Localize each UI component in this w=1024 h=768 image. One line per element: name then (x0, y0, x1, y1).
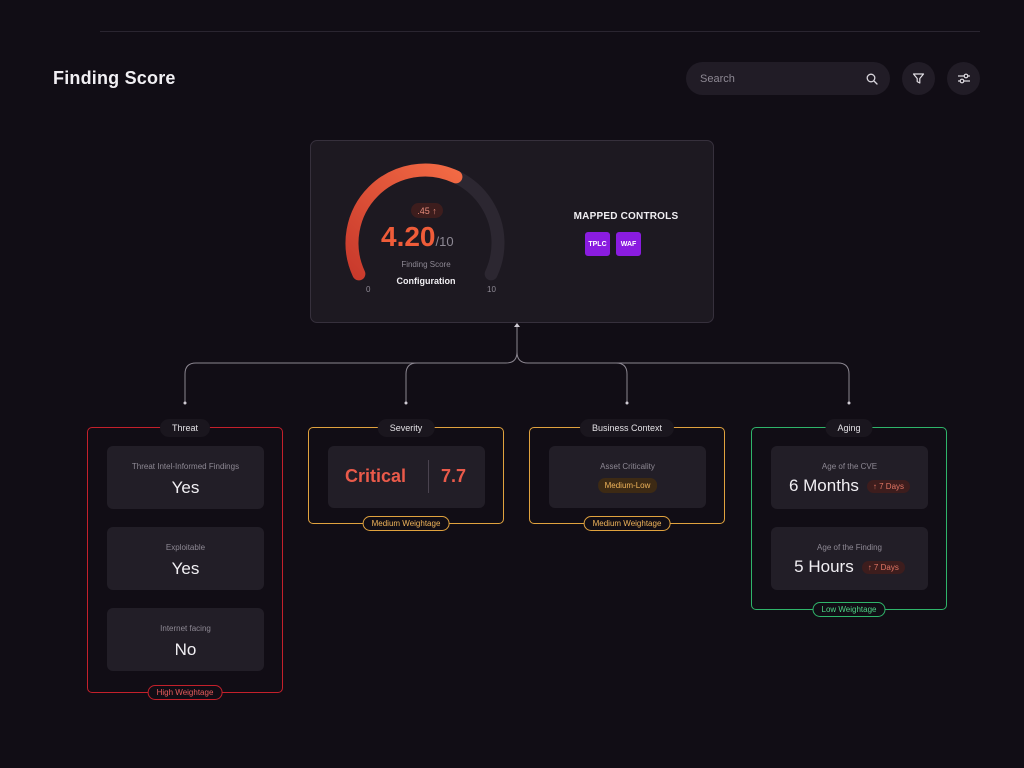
gauge-max-label: 10 (487, 285, 496, 294)
cve-age-row: 6 Months ↑ 7 Days (771, 476, 928, 496)
mapped-controls-title: MAPPED CONTROLS (573, 211, 679, 222)
score-label: Finding Score (401, 260, 451, 269)
severity-level: Critical (345, 466, 407, 486)
severity-divider (428, 460, 429, 493)
finding-age-value: 5 Hours (794, 557, 854, 576)
threat-card: Threat Threat Intel-Informed Findings Ye… (87, 419, 283, 700)
asset-criticality-label: Asset Criticality (600, 462, 655, 471)
internet-facing-label: Internet facing (160, 624, 211, 633)
exploitable-label: Exploitable (165, 543, 206, 552)
finding-age-trend-badge: ↑ 7 Days (861, 560, 905, 574)
finding-age-item: Age of the Finding 5 Hours ↑ 7 Days (771, 527, 928, 590)
asset-criticality-badge: Medium-Low (597, 478, 658, 493)
threat-intel-item: Threat Intel-Informed Findings Yes (107, 446, 264, 509)
score-value: 4.20/10 (381, 221, 471, 253)
severity-card: Severity Critical 7.7 Medium Weightage (308, 419, 504, 531)
asset-criticality-item: Asset Criticality Medium-Low (549, 446, 706, 508)
score-max: /10 (435, 234, 454, 249)
internet-facing-value: No (174, 640, 197, 659)
aging-weightage-badge: Low Weightage (812, 602, 886, 617)
threat-title: Threat (159, 419, 211, 437)
cve-age-trend-badge: ↑ 7 Days (866, 479, 911, 493)
severity-title: Severity (377, 419, 435, 437)
internet-facing-item: Internet facing No (107, 608, 264, 671)
threat-intel-label: Threat Intel-Informed Findings (131, 462, 240, 471)
business-context-title: Business Context (579, 419, 675, 437)
cve-age-label: Age of the CVE (821, 462, 878, 471)
business-context-card: Business Context Asset Criticality Mediu… (529, 419, 725, 531)
business-weightage-badge: Medium Weightage (583, 516, 671, 531)
cve-age-value: 6 Months (788, 476, 859, 495)
sliders-icon (957, 72, 971, 85)
page-title: Finding Score (53, 68, 176, 88)
score-delta-badge: .45 ↑ (411, 203, 443, 218)
control-chip-waf[interactable]: WAF (616, 232, 641, 256)
exploitable-value: Yes (171, 559, 200, 578)
search-box[interactable] (686, 62, 890, 95)
threat-intel-value: Yes (171, 478, 200, 497)
score-number: 4.20 (381, 221, 436, 252)
severity-score: 7.7 (441, 466, 467, 486)
cve-age-item: Age of the CVE 6 Months ↑ 7 Days (771, 446, 928, 509)
mapped-controls-list: TPLC WAF (585, 232, 641, 256)
finding-age-label: Age of the Finding (817, 543, 882, 552)
score-category: Configuration (396, 276, 456, 286)
exploitable-item: Exploitable Yes (107, 527, 264, 590)
settings-button[interactable] (947, 62, 980, 95)
control-chip-tplc[interactable]: TPLC (585, 232, 610, 256)
gauge-min-label: 0 (366, 285, 371, 294)
top-divider (100, 31, 980, 32)
filter-button[interactable] (902, 62, 935, 95)
aging-card: Aging Age of the CVE 6 Months ↑ 7 Days A… (751, 419, 947, 617)
finding-score-card: .45 ↑ 4.20/10 Finding Score Configuratio… (310, 140, 714, 323)
search-icon[interactable] (866, 73, 878, 85)
search-input[interactable] (700, 72, 866, 85)
finding-age-row: 5 Hours ↑ 7 Days (771, 557, 928, 577)
filter-icon (912, 72, 925, 85)
severity-item: Critical 7.7 (328, 446, 485, 508)
aging-title: Aging (825, 419, 873, 437)
threat-weightage-badge: High Weightage (147, 685, 223, 700)
severity-weightage-badge: Medium Weightage (362, 516, 450, 531)
